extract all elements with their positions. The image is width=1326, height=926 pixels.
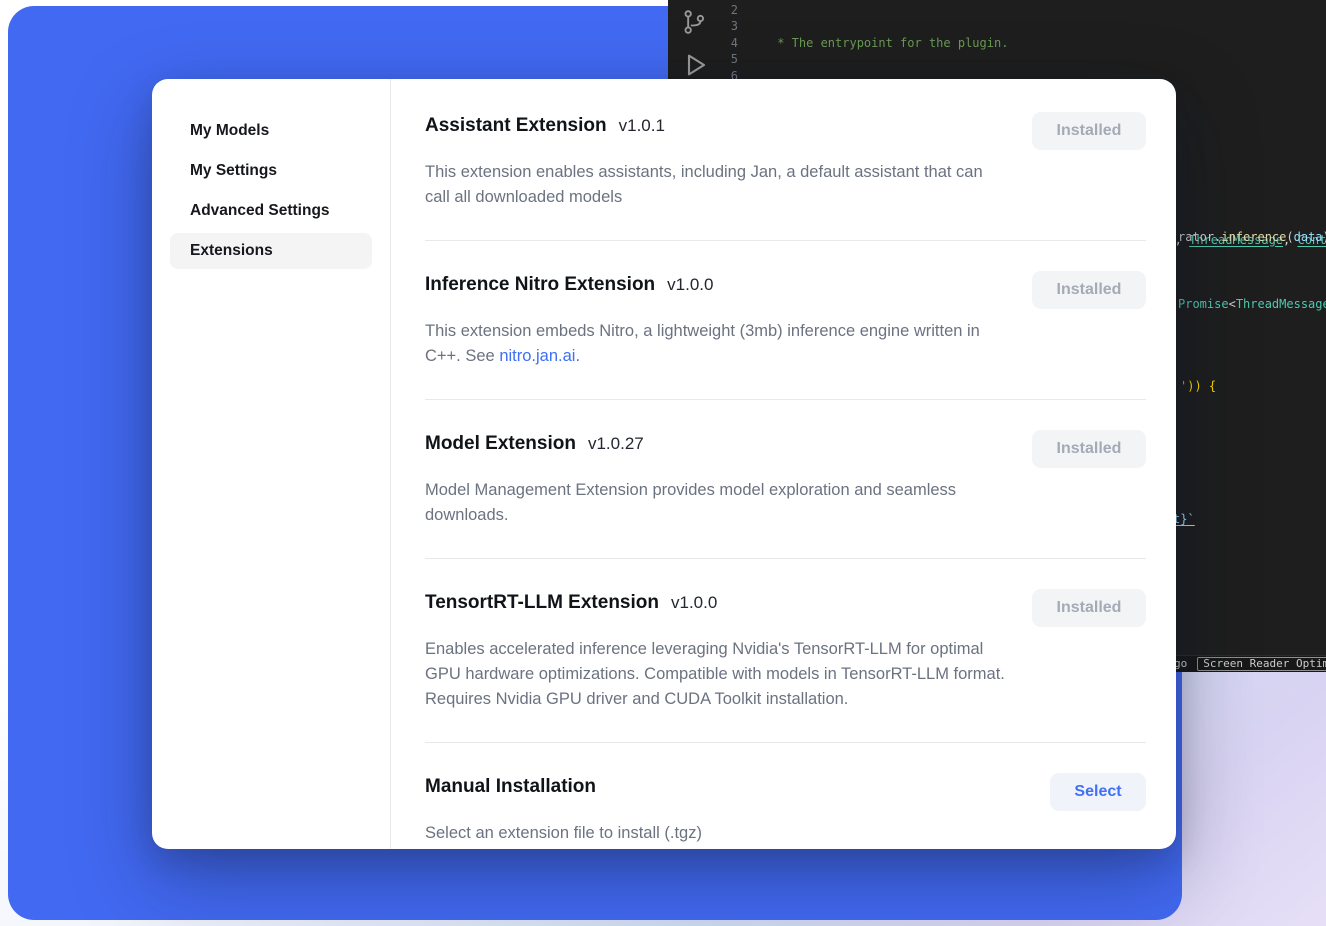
extension-section-model: Model Extension v1.0.27 Installed Model … — [425, 400, 1146, 559]
code-fragment-promise: Promise<ThreadMessage> — [1178, 296, 1326, 312]
extension-section-nitro: Inference Nitro Extension v1.0.0 Install… — [425, 241, 1146, 400]
installed-button[interactable]: Installed — [1032, 589, 1146, 627]
extension-version: v1.0.27 — [588, 434, 644, 454]
extension-title: Assistant Extension — [425, 112, 607, 140]
extension-description: This extension embeds Nitro, a lightweig… — [425, 319, 1010, 369]
extension-section-assistant: Assistant Extension v1.0.1 Installed Thi… — [425, 112, 1146, 241]
sidebar-item-my-models[interactable]: My Models — [170, 113, 372, 149]
settings-sidebar: My Models My Settings Advanced Settings … — [152, 79, 391, 849]
extension-version: v1.0.0 — [667, 275, 713, 295]
extension-version: v1.0.1 — [619, 116, 665, 136]
extension-description: Enables accelerated inference leveraging… — [425, 637, 1010, 712]
code-fragment-template: t}` — [1173, 511, 1195, 527]
sidebar-item-extensions[interactable]: Extensions — [170, 233, 372, 269]
code-fragment-brace: ')) { — [1180, 378, 1216, 394]
settings-modal: My Models My Settings Advanced Settings … — [152, 79, 1176, 849]
manual-installation-title: Manual Installation — [425, 773, 596, 801]
installed-button[interactable]: Installed — [1032, 112, 1146, 150]
manual-installation-section: Manual Installation Select Select an ext… — [425, 743, 1146, 849]
extension-title: Model Extension — [425, 430, 576, 458]
extension-title: TensortRT-LLM Extension — [425, 589, 659, 617]
extension-section-tensorrt: TensortRT-LLM Extension v1.0.0 Installed… — [425, 559, 1146, 743]
manual-installation-description: Select an extension file to install (.tg… — [425, 821, 1010, 846]
extensions-list: Assistant Extension v1.0.1 Installed Thi… — [391, 79, 1176, 849]
extension-title: Inference Nitro Extension — [425, 271, 655, 299]
run-debug-icon[interactable] — [679, 50, 709, 80]
installed-button[interactable]: Installed — [1032, 430, 1146, 468]
sidebar-item-advanced-settings[interactable]: Advanced Settings — [170, 193, 372, 229]
code-fragment-inference: rator.inference(data)); — [1178, 229, 1326, 245]
extension-version: v1.0.0 — [671, 593, 717, 613]
extension-description: This extension enables assistants, inclu… — [425, 160, 1010, 210]
code-line-comment: * The entrypoint for the plugin. — [770, 35, 1326, 51]
editor-line-numbers: 2 3 4 5 6 — [714, 2, 738, 84]
source-control-icon[interactable] — [680, 8, 708, 36]
extension-description: Model Management Extension provides mode… — [425, 478, 1010, 528]
sidebar-item-my-settings[interactable]: My Settings — [170, 153, 372, 189]
installed-button[interactable]: Installed — [1032, 271, 1146, 309]
nitro-link[interactable]: nitro.jan.ai. — [499, 347, 580, 365]
screen-reader-badge[interactable]: Screen Reader Optimize — [1197, 657, 1326, 671]
select-file-button[interactable]: Select — [1050, 773, 1146, 811]
